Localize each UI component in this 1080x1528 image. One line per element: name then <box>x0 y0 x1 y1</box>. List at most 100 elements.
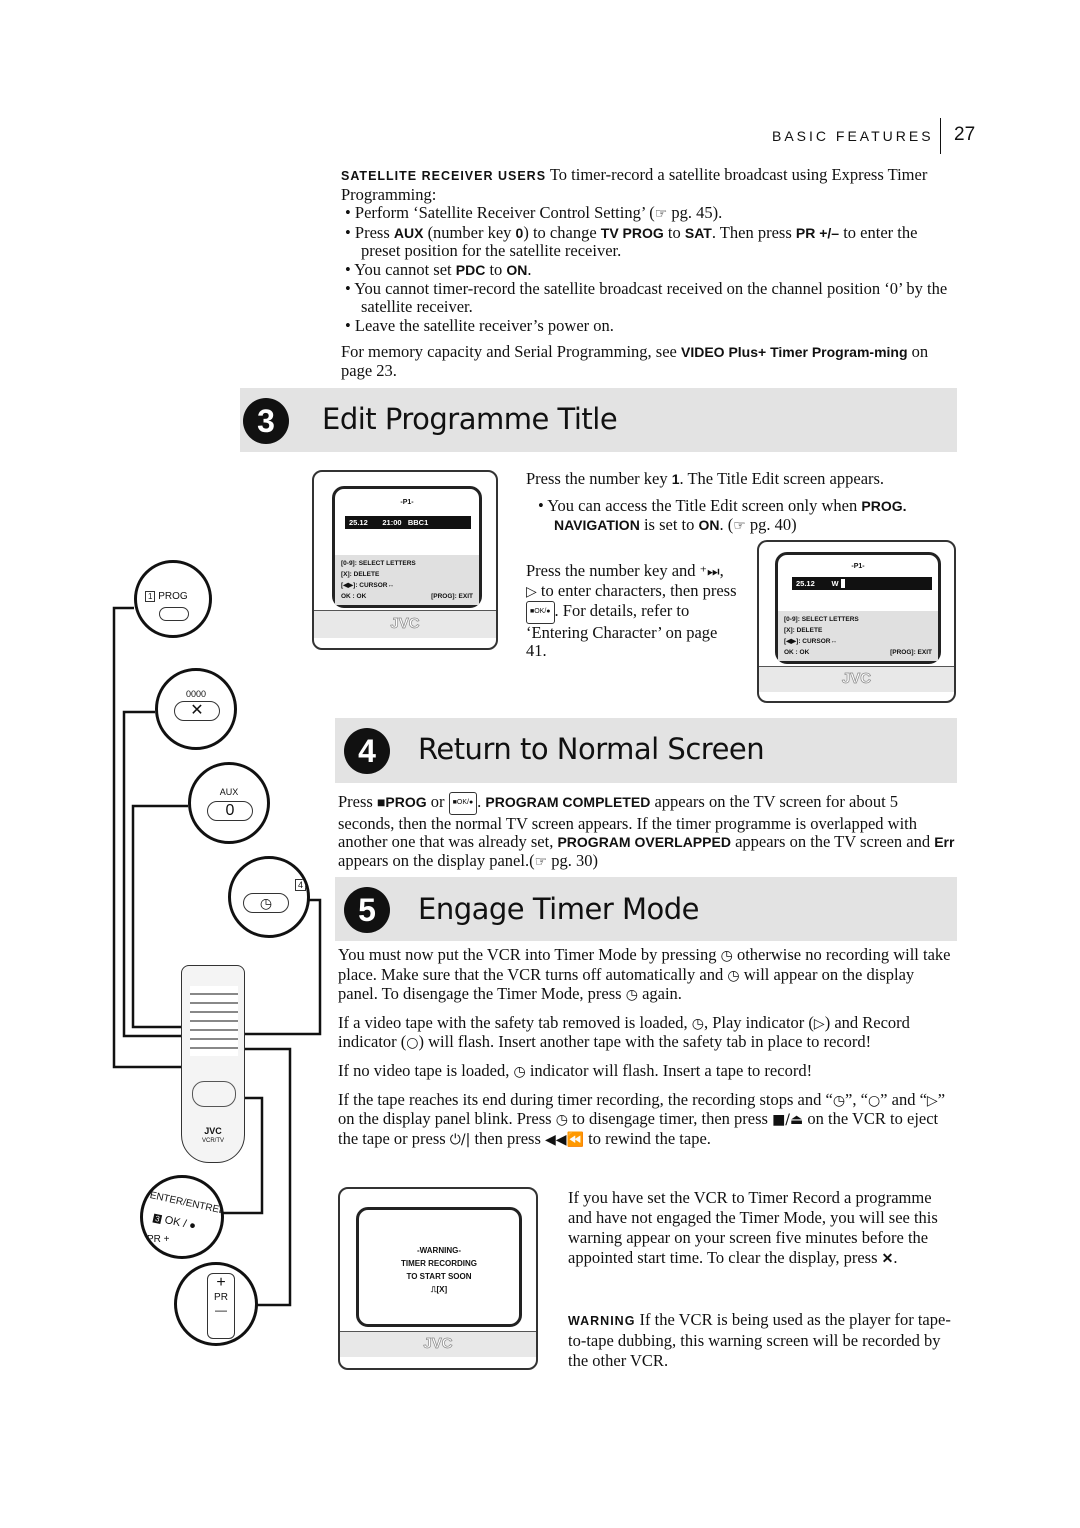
bold-term: PROGRAM OVERLAPPED <box>557 834 731 851</box>
screen-menu: [0-9]: SELECT LETTERS [X]: DELETE [◀▶]: … <box>778 611 938 661</box>
bold-term: ON <box>506 261 528 278</box>
menu-ok: OK : OK <box>341 593 367 600</box>
menu-exit: [PROG]: EXIT <box>890 649 932 656</box>
text-run: . The Title Edit screen appears. <box>679 469 885 488</box>
jvc-logo: JVC <box>841 670 872 688</box>
aux-button-callout: AUX 0 <box>188 762 270 844</box>
text-run: Press <box>338 792 377 812</box>
text-run: pg. 30) <box>547 850 598 870</box>
pr-rocker[interactable]: + PR — <box>207 1273 235 1339</box>
paragraph: If a video tape with the safety tab remo… <box>338 1012 956 1053</box>
text-run: Leave the satellite receiver’s power on. <box>354 315 614 335</box>
inline-icon: ☞ <box>654 206 668 223</box>
screen-entry: W <box>831 579 839 588</box>
text-run: appears on the TV screen and <box>730 832 935 852</box>
bullet-item: • You cannot timer-record the satellite … <box>345 278 948 317</box>
text-run: . <box>893 1248 898 1267</box>
clear-x-button[interactable]: ✕ <box>174 701 220 721</box>
title-edit-p2: Press the number key and ⁺⏭, ▷ to enter … <box>526 561 738 661</box>
menu-line: [X]: DELETE <box>341 571 380 578</box>
pr-plus: + <box>216 1274 226 1291</box>
bold-term: VIDEO Plus+ Timer Program-ming <box>681 344 908 361</box>
menu-line: [◀▶]: CURSOR↔ <box>341 582 394 589</box>
text-run: . ( <box>719 514 734 534</box>
warning-line: -WARNING- <box>417 1246 461 1255</box>
text-run: . For details, refer to ‘Entering Charac… <box>526 601 718 661</box>
pr-button-callout: + PR — <box>174 1262 258 1346</box>
text-run: If the tape reaches its end during timer… <box>338 1089 833 1109</box>
inline-icon: ◷ <box>625 987 638 1004</box>
timer-mode-paras: You must now put the VCR into Timer Mode… <box>338 945 956 1158</box>
title-edit-bullet: • You can access the Title Edit screen o… <box>538 496 907 534</box>
jvc-logo: JVC <box>390 615 420 633</box>
ok-button-callout: ENTER/ENTREE 3 OK / ● PR + <box>140 1175 224 1259</box>
screen-title: -P1- <box>400 499 414 506</box>
text-run: appears on the display panel.( <box>338 850 535 870</box>
step-4-badge: 4 <box>344 728 390 774</box>
timer-badge: 4 <box>295 879 307 891</box>
screen-menu: [0-9]: SELECT LETTERS [X]: DELETE [◀▶]: … <box>335 555 479 605</box>
inline-icon: ◷ <box>555 1112 568 1129</box>
text-run: If a video tape with the safety tab remo… <box>338 1012 692 1032</box>
satellite-section: SATELLITE RECEIVER USERS To timer-record… <box>341 165 956 381</box>
prog-label: PROG <box>158 591 188 602</box>
page-number: 27 <box>954 124 976 145</box>
remote-dpad <box>192 1081 236 1107</box>
remote-keypad <box>190 986 238 1056</box>
text-run: Press <box>354 222 394 242</box>
text-run: , <box>719 561 724 580</box>
text-run: is set to <box>639 514 699 534</box>
paragraph: If the tape reaches its end during timer… <box>338 1089 956 1150</box>
inline-icon: ■/⏏ <box>772 1112 804 1129</box>
text-run: Press the number key and <box>526 561 700 580</box>
text-run: to rewind the tape. <box>583 1128 711 1148</box>
title-edit-p1: Press the number key 1. The Title Edit s… <box>526 469 956 489</box>
inline-icon: ◷ <box>832 1092 846 1109</box>
warning-line: TIMER RECORDING <box>401 1259 477 1268</box>
section-4-title: Return to Normal Screen <box>418 732 765 766</box>
text-run: You cannot set <box>354 259 456 279</box>
text-run: or <box>426 792 449 812</box>
text-run: pg. 40) <box>745 514 797 534</box>
inline-icon: ◷ <box>513 1063 526 1080</box>
warning-line: TO START SOON <box>406 1272 472 1281</box>
paragraph: You must now put the VCR into Timer Mode… <box>338 945 956 1005</box>
section-5-title: Engage Timer Mode <box>418 892 699 926</box>
text-run: ”, “ <box>845 1089 868 1109</box>
inline-icon: ⏻/| <box>449 1131 471 1148</box>
pr-label: PR <box>214 1292 228 1303</box>
text-run: ) will flash. Insert another tape with t… <box>418 1032 872 1052</box>
bullet-text: You can access the Title Edit screen onl… <box>547 496 906 534</box>
remote-control: JVC VCR/TV <box>181 965 245 1163</box>
remote-connector-lines <box>112 606 322 1307</box>
text-run: You must now put the VCR into Timer Mode… <box>338 945 721 964</box>
ok-label: OK / <box>163 1214 188 1231</box>
ok-button-icon: ■OK/● <box>448 792 478 815</box>
text-run: For memory capacity and Serial Programmi… <box>341 342 681 362</box>
inline-icon: ▷ <box>926 1092 938 1109</box>
screen-title: -P1- <box>851 563 865 570</box>
ok-button[interactable]: 3 OK / ● <box>152 1212 197 1232</box>
remote-model: VCR/TV <box>201 1138 224 1144</box>
bullet-item: • Perform ‘Satellite Receiver Control Se… <box>345 203 723 223</box>
screen-time: 21:00 <box>382 518 402 527</box>
bullet-item: • Leave the satellite receiver’s power o… <box>345 315 614 335</box>
zero-button[interactable]: 0 <box>207 801 253 821</box>
inline-icon: ◷ <box>720 948 733 964</box>
menu-line: [X]: DELETE <box>784 627 823 634</box>
inline-icon: ○ <box>406 1035 419 1052</box>
text-run: (number key <box>423 222 516 242</box>
inline-icon: ▷ <box>813 1015 825 1032</box>
prog-button-callout: 1 PROG <box>134 560 212 638</box>
text-run: to <box>663 222 685 242</box>
prog-button[interactable] <box>159 607 189 621</box>
inline-icon: ☞ <box>733 517 746 534</box>
bullet-item: • Press AUX (number key 0) to change TV … <box>345 222 918 261</box>
text-run: , Play indicator ( <box>703 1012 814 1032</box>
ok-button-icon: ■OK/● <box>526 601 555 624</box>
inline-icon: ◷ <box>691 1015 704 1032</box>
screen-date: 25.12 <box>796 579 815 588</box>
text-run: You cannot timer-record the satellite br… <box>354 278 948 317</box>
satellite-bullets: • Perform ‘Satellite Receiver Control Se… <box>341 203 956 335</box>
timer-clock-button[interactable]: ◷ <box>243 893 289 913</box>
